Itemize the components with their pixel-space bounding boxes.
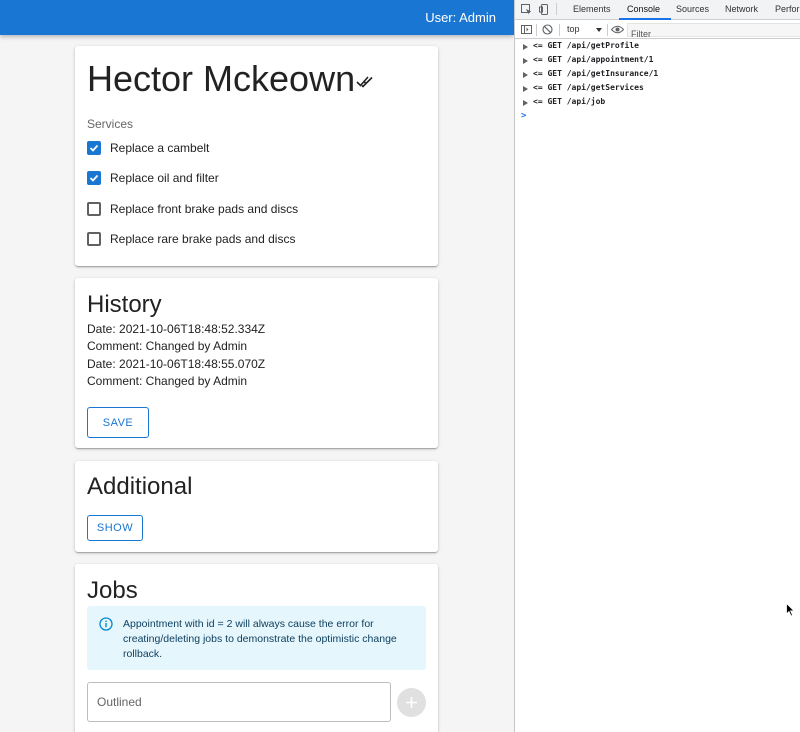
inspect-element-icon[interactable] xyxy=(521,4,532,15)
jobs-card: Jobs Appointment with id = 2 will always… xyxy=(75,564,438,732)
tab-network[interactable]: Network xyxy=(725,4,758,14)
log-text: <= GET /api/job xyxy=(533,97,606,106)
service-item-rear-brakes[interactable]: Replace rare brake pads and discs xyxy=(87,228,295,250)
console-log-row[interactable]: <= GET /api/getServices xyxy=(515,82,800,96)
save-button[interactable]: SAVE xyxy=(87,407,149,438)
checkbox-unchecked-icon[interactable] xyxy=(87,232,101,246)
history-comment: Comment: Changed by Admin xyxy=(87,339,248,353)
console-filter[interactable] xyxy=(627,23,800,40)
tab-elements[interactable]: Elements xyxy=(573,4,611,14)
job-input-field[interactable] xyxy=(87,682,391,722)
log-text: <= GET /api/getProfile xyxy=(533,41,639,50)
service-item-cambelt[interactable]: Replace a cambelt xyxy=(87,137,209,159)
checkbox-checked-icon[interactable] xyxy=(87,171,101,185)
context-selector[interactable]: top xyxy=(567,24,580,34)
chevron-down-icon xyxy=(596,28,602,32)
log-text: <= GET /api/getServices xyxy=(533,83,644,92)
info-icon xyxy=(99,617,113,631)
sidebar-toggle-icon[interactable] xyxy=(521,24,532,35)
plus-icon xyxy=(406,697,417,708)
history-date: Date: 2021-10-06T18:48:52.334Z xyxy=(87,322,266,336)
alert-text: Appointment with id = 2 will always caus… xyxy=(123,618,397,660)
devtools-panel: Elements Console Sources Network Perform… xyxy=(514,0,800,732)
profile-card: Hector Mckeown Services Replace a cambel… xyxy=(75,46,438,266)
console-prompt[interactable]: > xyxy=(521,111,526,121)
app-window: User: Admin Hector Mckeown Services Repl… xyxy=(0,0,514,732)
history-card: History Date: 2021-10-06T18:48:52.334Z C… xyxy=(75,278,438,448)
profile-name: Hector Mckeown xyxy=(87,58,356,99)
job-input[interactable] xyxy=(88,683,390,721)
expand-triangle-icon[interactable] xyxy=(523,72,528,78)
additional-title: Additional xyxy=(87,473,193,500)
service-item-front-brakes[interactable]: Replace front brake pads and discs xyxy=(87,198,298,220)
service-label: Replace oil and filter xyxy=(110,171,219,185)
add-job-button[interactable] xyxy=(397,688,426,717)
done-all-icon xyxy=(356,76,373,88)
console-log-row[interactable]: <= GET /api/getInsurance/1 xyxy=(515,68,800,82)
tab-console[interactable]: Console xyxy=(627,4,660,14)
eye-icon[interactable] xyxy=(611,24,624,35)
user-label[interactable]: User: Admin xyxy=(425,10,496,25)
expand-triangle-icon[interactable] xyxy=(523,100,528,106)
service-label: Replace rare brake pads and discs xyxy=(110,232,296,246)
services-label: Services xyxy=(87,117,134,131)
history-comment: Comment: Changed by Admin xyxy=(87,374,248,388)
service-item-oil-filter[interactable]: Replace oil and filter xyxy=(87,167,219,189)
expand-triangle-icon[interactable] xyxy=(523,86,528,92)
expand-triangle-icon[interactable] xyxy=(523,44,528,50)
active-tab-indicator xyxy=(619,18,671,20)
console-toolbar: top xyxy=(515,21,800,40)
devtools-tab-bar: Elements Console Sources Network Perform xyxy=(515,0,800,20)
service-label: Replace front brake pads and discs xyxy=(110,202,299,216)
app-bar: User: Admin xyxy=(0,0,514,35)
clear-console-icon[interactable] xyxy=(542,24,553,35)
show-button[interactable]: SHOW xyxy=(87,515,143,541)
info-alert: Appointment with id = 2 will always caus… xyxy=(87,606,426,670)
mouse-cursor-icon xyxy=(786,603,795,617)
console-log-row[interactable]: <= GET /api/getProfile xyxy=(515,40,800,54)
tab-performance[interactable]: Perform xyxy=(775,4,800,14)
expand-triangle-icon[interactable] xyxy=(523,58,528,64)
checkbox-checked-icon[interactable] xyxy=(87,141,101,155)
checkbox-unchecked-icon[interactable] xyxy=(87,202,101,216)
filter-input[interactable] xyxy=(628,28,800,40)
history-title: History xyxy=(87,291,162,318)
log-text: <= GET /api/appointment/1 xyxy=(533,55,654,64)
jobs-title: Jobs xyxy=(87,577,138,604)
service-label: Replace a cambelt xyxy=(110,141,210,155)
console-log-row[interactable]: <= GET /api/job xyxy=(515,96,800,110)
additional-card: Additional SHOW xyxy=(75,461,438,552)
history-date: Date: 2021-10-06T18:48:55.070Z xyxy=(87,357,266,371)
log-text: <= GET /api/getInsurance/1 xyxy=(533,69,659,78)
console-log-row[interactable]: <= GET /api/appointment/1 xyxy=(515,54,800,68)
device-toolbar-icon[interactable] xyxy=(539,4,550,15)
tab-sources[interactable]: Sources xyxy=(676,4,709,14)
